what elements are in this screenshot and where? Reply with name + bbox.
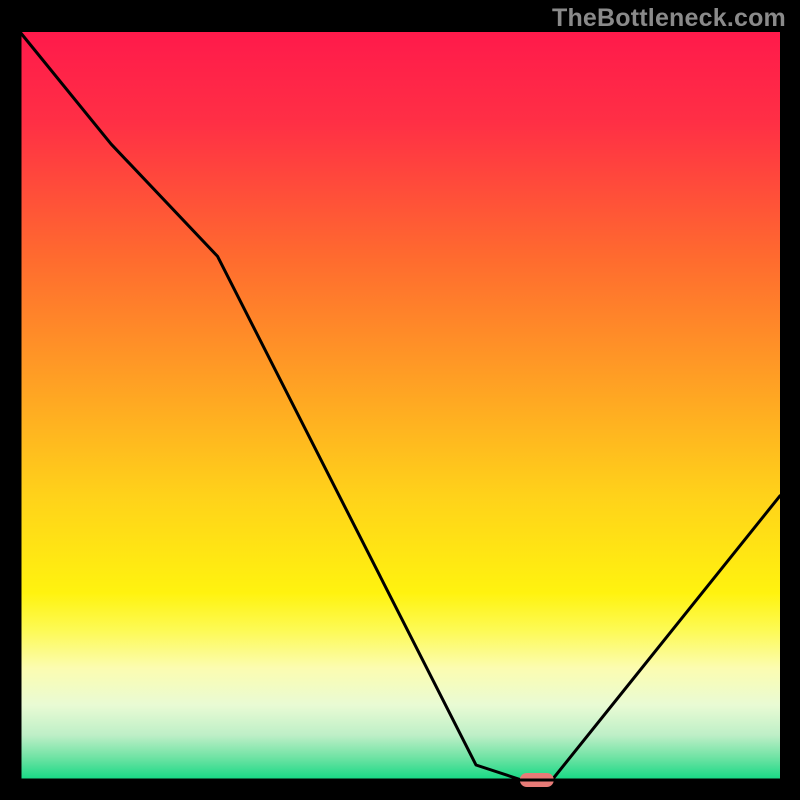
bottleneck-chart — [0, 0, 800, 800]
plot-background — [20, 32, 780, 780]
watermark-text: TheBottleneck.com — [552, 4, 786, 33]
chart-container: TheBottleneck.com — [0, 0, 800, 800]
